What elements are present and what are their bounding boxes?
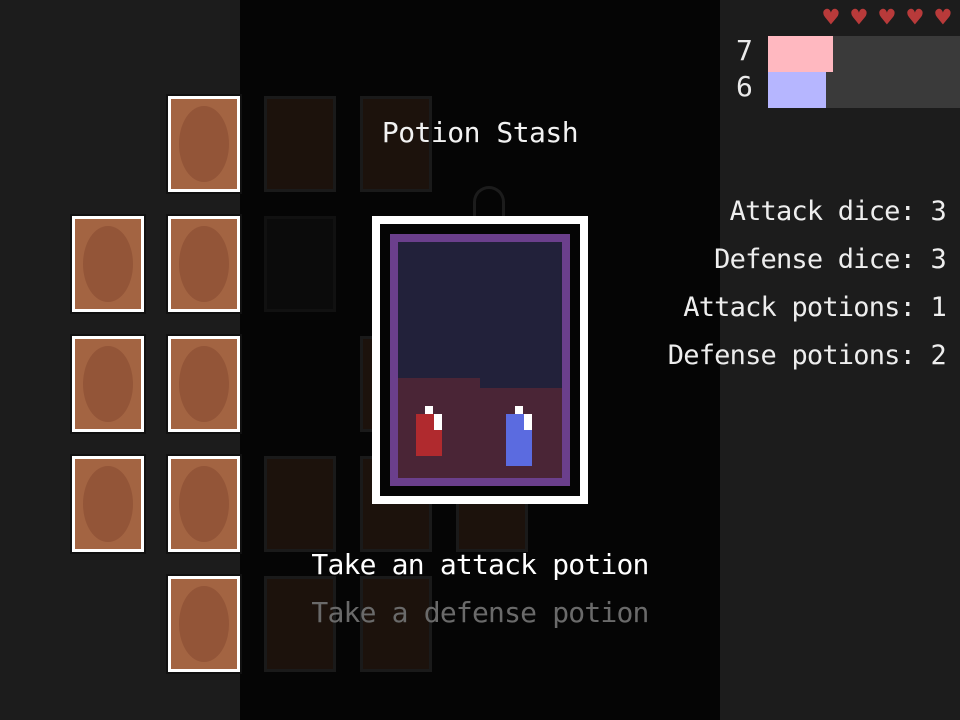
card-back[interactable] — [70, 454, 146, 554]
option-take-defense-potion[interactable]: Take a defense potion — [240, 596, 720, 629]
card-back[interactable] — [70, 214, 146, 314]
picture-background — [398, 242, 562, 378]
card-back-icon — [179, 586, 229, 662]
blue-potion-icon — [506, 406, 532, 466]
heart-icon: ♥ — [935, 3, 951, 33]
health-hearts: ♥ ♥ ♥ ♥ ♥ — [818, 3, 956, 33]
attack-value: 7 — [736, 34, 753, 67]
defense-bar-fill — [768, 72, 826, 108]
heart-icon: ♥ — [851, 3, 867, 33]
card-back[interactable] — [166, 94, 242, 194]
card-back[interactable] — [166, 574, 242, 674]
card-back[interactable] — [70, 334, 146, 434]
card-back-icon — [83, 466, 133, 542]
card-back[interactable] — [166, 454, 242, 554]
card-back-icon — [179, 106, 229, 182]
card-back-icon — [179, 466, 229, 542]
heart-icon: ♥ — [879, 3, 895, 33]
card-back-icon — [83, 226, 133, 302]
defense-potions-label: Defense potions: 2 — [667, 340, 947, 371]
heart-icon: ♥ — [907, 3, 923, 33]
heart-icon: ♥ — [823, 3, 839, 33]
card-back-icon — [83, 346, 133, 422]
defense-value: 6 — [736, 70, 753, 103]
picture-step — [480, 378, 562, 388]
event-picture-frame — [372, 216, 588, 504]
defense-bar — [768, 72, 960, 108]
red-potion-icon — [416, 406, 442, 456]
card-back[interactable] — [166, 334, 242, 434]
attack-bar-fill — [768, 36, 833, 72]
card-back-icon — [179, 226, 229, 302]
option-take-attack-potion[interactable]: Take an attack potion — [240, 548, 720, 581]
frame-hook — [473, 186, 505, 216]
card-back-icon — [179, 346, 229, 422]
event-title: Potion Stash — [381, 116, 579, 149]
attack-potions-label: Attack potions: 1 — [683, 292, 947, 323]
card-slot-hidden — [264, 456, 336, 552]
event-picture — [390, 234, 570, 486]
defense-dice-label: Defense dice: 3 — [714, 244, 947, 275]
attack-bar — [768, 36, 960, 72]
card-back[interactable] — [166, 214, 242, 314]
card-slot-empty — [264, 216, 336, 312]
attack-dice-label: Attack dice: 3 — [729, 196, 947, 227]
